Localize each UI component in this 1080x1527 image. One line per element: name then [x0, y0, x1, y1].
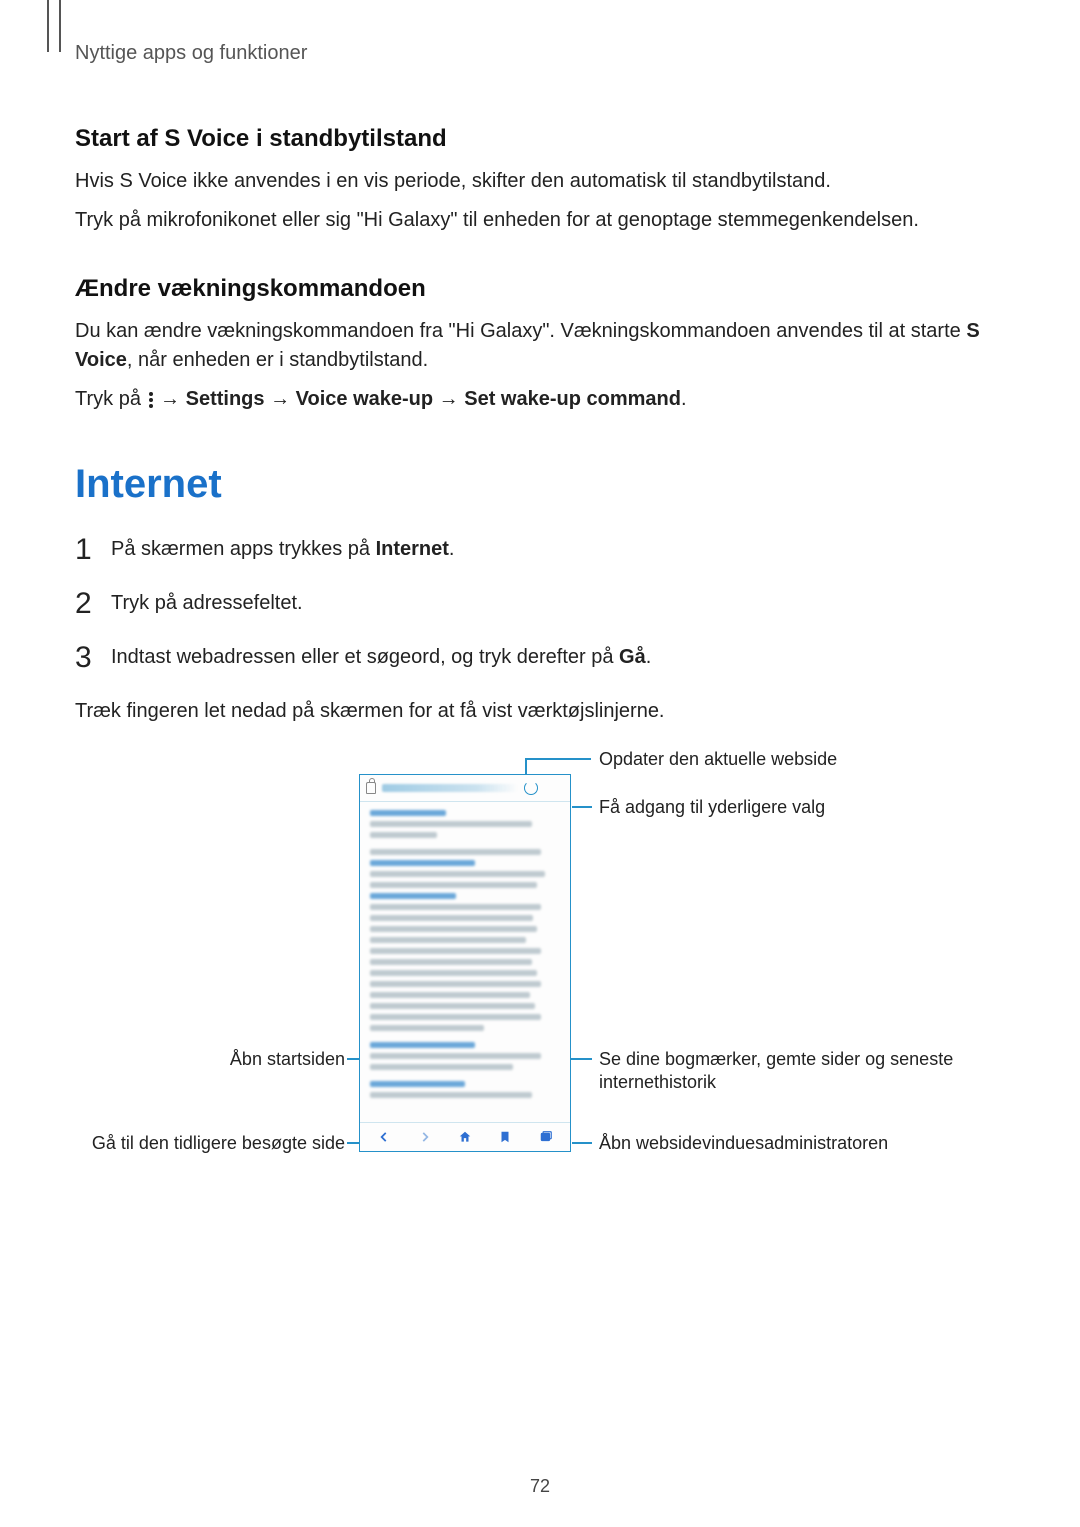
callout-bookmarks: Se dine bogmærker, gemte sider og senest…	[599, 1048, 959, 1095]
refresh-icon	[524, 781, 538, 795]
text-strong: Voice wake-up	[296, 388, 433, 410]
breadcrumb: Nyttige apps og funktioner	[75, 42, 1005, 65]
browser-page-content	[360, 802, 570, 1111]
heading-wake-command: Ændre vækningskommandoen	[75, 275, 1005, 303]
callout-line	[572, 1142, 592, 1144]
callout-line	[525, 758, 591, 760]
forward-icon	[418, 1130, 432, 1144]
page-tab-marker	[47, 0, 61, 52]
callout-line	[572, 1058, 592, 1060]
callout-back: Gå til den tidligere besøgte side	[75, 1132, 345, 1155]
browser-diagram: Opdater den aktuelle webside Få adgang t…	[75, 744, 1005, 1184]
text: .	[681, 388, 687, 410]
text: På skærmen apps trykkes på	[111, 538, 376, 560]
page-number: 72	[0, 1476, 1080, 1497]
browser-address-bar	[360, 775, 570, 802]
paragraph: Hvis S Voice ikke anvendes i en vis peri…	[75, 167, 1005, 196]
text: , når enheden er i standbytilstand.	[127, 349, 428, 371]
text-strong: Gå	[619, 646, 646, 668]
more-area	[544, 783, 564, 793]
text-strong: Internet	[376, 538, 449, 560]
back-icon	[377, 1130, 391, 1144]
callout-window-manager: Åbn websidevinduesadministratoren	[599, 1132, 959, 1155]
phone-mockup	[359, 774, 571, 1152]
arrow: →	[433, 388, 464, 410]
callout-line	[347, 1142, 359, 1144]
url-text-blur	[382, 784, 518, 792]
more-options-icon	[149, 392, 153, 408]
home-icon	[458, 1130, 472, 1144]
text: Tryk på	[75, 388, 147, 410]
step-1: På skærmen apps trykkes på Internet.	[75, 535, 1005, 563]
callout-refresh: Opdater den aktuelle webside	[599, 748, 837, 771]
text: Indtast webadressen eller et søgeord, og…	[111, 646, 619, 668]
arrow: →	[265, 388, 296, 410]
paragraph: Tryk på → Settings → Voice wake-up → Set…	[75, 385, 1005, 414]
text-strong: Settings	[186, 388, 265, 410]
lock-icon	[366, 782, 376, 794]
step-2: Tryk på adressefeltet.	[75, 589, 1005, 617]
arrow: →	[155, 388, 186, 410]
step-3: Indtast webadressen eller et søgeord, og…	[75, 643, 1005, 671]
bookmark-icon	[498, 1130, 512, 1144]
heading-svoice-standby: Start af S Voice i standbytilstand	[75, 125, 1005, 153]
callout-more-options: Få adgang til yderligere valg	[599, 796, 825, 819]
text: Du kan ændre vækningskommandoen fra "Hi …	[75, 320, 966, 342]
windows-icon	[539, 1130, 553, 1144]
callout-home: Åbn startsiden	[75, 1048, 345, 1071]
paragraph: Du kan ændre vækningskommandoen fra "Hi …	[75, 317, 1005, 375]
text-strong: Set wake-up command	[464, 388, 681, 410]
callout-line	[572, 806, 592, 808]
browser-toolbar	[360, 1122, 570, 1151]
heading-internet: Internet	[75, 462, 1005, 507]
text: .	[646, 646, 652, 668]
text: .	[449, 538, 455, 560]
paragraph: Træk fingeren let nedad på skærmen for a…	[75, 697, 1005, 726]
paragraph: Tryk på mikrofonikonet eller sig "Hi Gal…	[75, 206, 1005, 235]
